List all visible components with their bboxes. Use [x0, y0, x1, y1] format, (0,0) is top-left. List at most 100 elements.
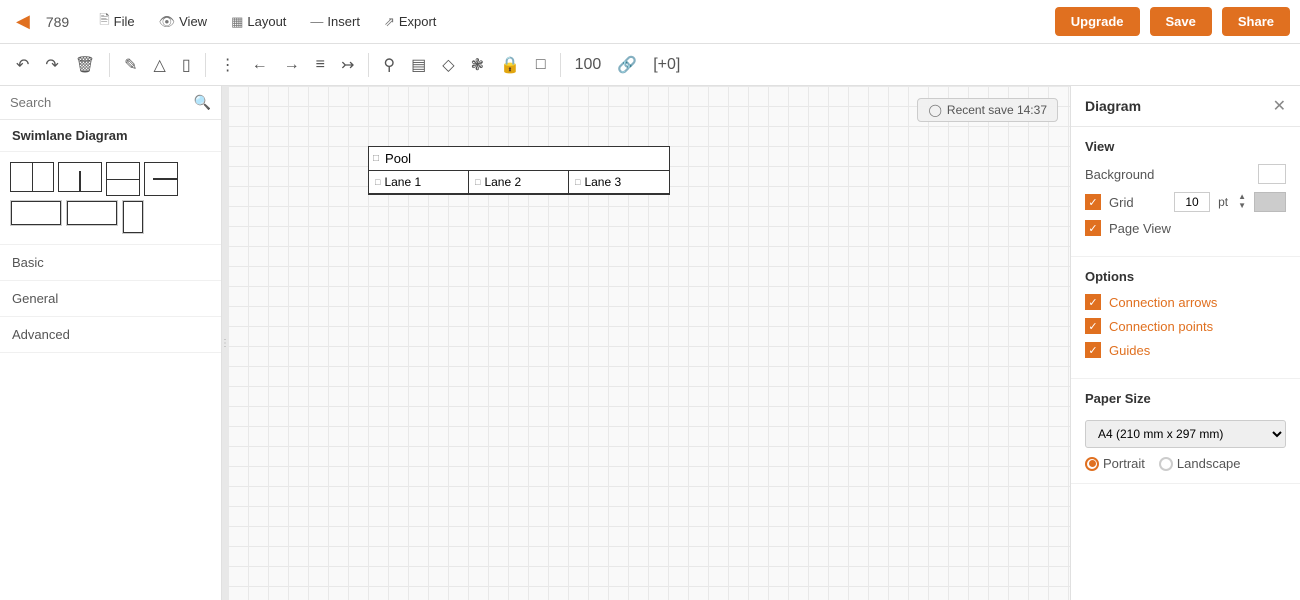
lane-2-label: Lane 2	[484, 175, 521, 189]
shape-horizontal-2[interactable]	[58, 162, 102, 192]
rect-button[interactable]: ▯	[176, 51, 197, 79]
waypoint-button[interactable]: ▤	[405, 51, 432, 79]
background-color-picker[interactable]	[1258, 164, 1286, 184]
insert-icon: —	[310, 14, 323, 29]
shape-rect-1[interactable]	[10, 200, 62, 226]
menu-view[interactable]: 👁 View	[149, 7, 217, 37]
lock-button[interactable]: 🔒	[494, 51, 526, 79]
shape-rect-2[interactable]	[66, 200, 118, 226]
redo-button[interactable]: ↷	[39, 51, 64, 79]
shape-grid	[0, 152, 221, 245]
delete-button[interactable]: 🗑	[69, 51, 101, 79]
paper-size-select[interactable]: A4 (210 mm x 297 mm) A3 (297 mm x 420 mm…	[1085, 420, 1286, 448]
search-input[interactable]	[10, 95, 188, 110]
portrait-radio[interactable]	[1085, 457, 1099, 471]
lane-2[interactable]: □ Lane 2	[469, 171, 569, 194]
layout-icon: ▦	[231, 14, 243, 30]
shape-horizontal-1[interactable]	[10, 162, 54, 192]
connection-arrows-checkbox[interactable]: ✓	[1085, 294, 1101, 310]
nav-menu: 🖹 File 👁 View ▦ Layout — Insert ⇗ Export	[89, 7, 562, 37]
equal-button[interactable]: ↣	[335, 51, 360, 79]
grid-checkbox[interactable]: ✓	[1085, 194, 1101, 210]
background-label: Background	[1085, 167, 1250, 182]
share-button[interactable]: Share	[1222, 7, 1290, 36]
right-panel: Diagram ✕ View Background ✓ Grid pt ▲ ▼	[1070, 86, 1300, 600]
lane-1[interactable]: □ Lane 1	[369, 171, 469, 194]
lane-3-header: □ Lane 3	[569, 171, 669, 194]
format-button[interactable]: ✎	[118, 51, 143, 79]
connection-points-checkbox[interactable]: ✓	[1085, 318, 1101, 334]
lane-2-icon: □	[475, 177, 480, 187]
search-icon: 🔍	[194, 94, 211, 111]
file-icon: 🖹	[99, 11, 109, 33]
paper-section: Paper Size A4 (210 mm x 297 mm) A3 (297 …	[1071, 379, 1300, 484]
shape-rect-tall[interactable]	[122, 200, 144, 234]
portrait-label: Portrait	[1103, 456, 1145, 471]
undo-button[interactable]: ↶	[10, 51, 35, 79]
menu-file[interactable]: 🖹 File	[89, 7, 144, 37]
guides-label: Guides	[1109, 343, 1150, 358]
lane-1-label: Lane 1	[384, 175, 421, 189]
guides-checkbox[interactable]: ✓	[1085, 342, 1101, 358]
back-button[interactable]: ◀	[10, 9, 36, 34]
grid-label: Grid	[1109, 195, 1166, 210]
table-button[interactable]: ⋮	[214, 51, 242, 79]
page-view-checkbox[interactable]: ✓	[1085, 220, 1101, 236]
panel-close-button[interactable]: ✕	[1273, 96, 1286, 116]
shadow-button[interactable]: ❃	[465, 51, 490, 79]
diagram-type-label: Swimlane Diagram	[0, 120, 221, 152]
view-section-title: View	[1085, 139, 1286, 154]
sidebar-item-advanced[interactable]: Advanced	[0, 317, 221, 353]
page-view-label: Page View	[1109, 221, 1286, 236]
grid-row: ✓ Grid pt ▲ ▼	[1085, 192, 1286, 212]
page-view-row: ✓ Page View	[1085, 220, 1286, 236]
landscape-radio[interactable]	[1159, 457, 1173, 471]
grid-color-picker[interactable]	[1254, 192, 1286, 212]
shape-vertical-2[interactable]	[144, 162, 178, 196]
menu-export[interactable]: ⇗ Export	[374, 7, 446, 37]
arrow-right-button[interactable]: →	[278, 52, 306, 78]
toolbar: ↶ ↷ 🗑 ✎ △ ▯ ⋮ ← → ≡ ↣ ⚲ ▤ ◇ ❃ 🔒 □ 100 🔗 …	[0, 44, 1300, 86]
view-icon: 👁	[159, 14, 176, 30]
check-icon: ◯	[928, 103, 941, 117]
grid-value-input[interactable]	[1174, 192, 1210, 212]
expand-button[interactable]: □	[530, 52, 552, 78]
recent-save-text: Recent save 14:37	[947, 103, 1047, 117]
upgrade-button[interactable]: Upgrade	[1055, 7, 1140, 36]
lanes-container: □ Lane 1 □ Lane 2 □ Lane 3	[369, 171, 669, 194]
align-button[interactable]: ≡	[310, 52, 331, 78]
chain-button[interactable]: 🔗	[611, 51, 643, 79]
sidebar-item-general[interactable]: General	[0, 281, 221, 317]
portrait-option[interactable]: Portrait	[1085, 456, 1145, 471]
shape-vertical-1[interactable]	[106, 162, 140, 196]
background-row: Background	[1085, 164, 1286, 184]
link-button[interactable]: ⚲	[377, 51, 401, 79]
paper-section-title: Paper Size	[1085, 391, 1286, 406]
export-icon: ⇗	[384, 14, 395, 30]
separator-3	[368, 53, 369, 77]
pool-header: □ Pool	[369, 147, 669, 171]
shape-button[interactable]: △	[148, 51, 172, 79]
lane-1-icon: □	[375, 177, 380, 187]
menu-insert[interactable]: — Insert	[300, 7, 370, 37]
grid-stepper[interactable]: ▲ ▼	[1238, 193, 1246, 211]
pool-icon: □	[373, 153, 379, 164]
options-section-title: Options	[1085, 269, 1286, 284]
fill-button[interactable]: ◇	[436, 51, 460, 79]
landscape-option[interactable]: Landscape	[1159, 456, 1241, 471]
extra-button[interactable]: [+0]	[647, 52, 686, 78]
lane-3-icon: □	[575, 177, 580, 187]
arrow-left-button[interactable]: ←	[246, 52, 274, 78]
options-section: Options ✓ Connection arrows ✓ Connection…	[1071, 257, 1300, 379]
guides-row: ✓ Guides	[1085, 342, 1286, 358]
swimlane-diagram[interactable]: □ Pool □ Lane 1 □ Lane 2	[368, 146, 670, 195]
connection-points-label: Connection points	[1109, 319, 1213, 334]
canvas[interactable]: ◯ Recent save 14:37 □ Pool □ Lane 1	[228, 86, 1070, 600]
menu-layout[interactable]: ▦ Layout	[221, 7, 296, 37]
lane-3[interactable]: □ Lane 3	[569, 171, 669, 194]
panel-title: Diagram	[1085, 98, 1141, 114]
page-number: 789	[46, 14, 69, 30]
sidebar-item-basic[interactable]: Basic	[0, 245, 221, 281]
save-button[interactable]: Save	[1150, 7, 1212, 36]
zoom-button[interactable]: 100	[569, 52, 608, 78]
